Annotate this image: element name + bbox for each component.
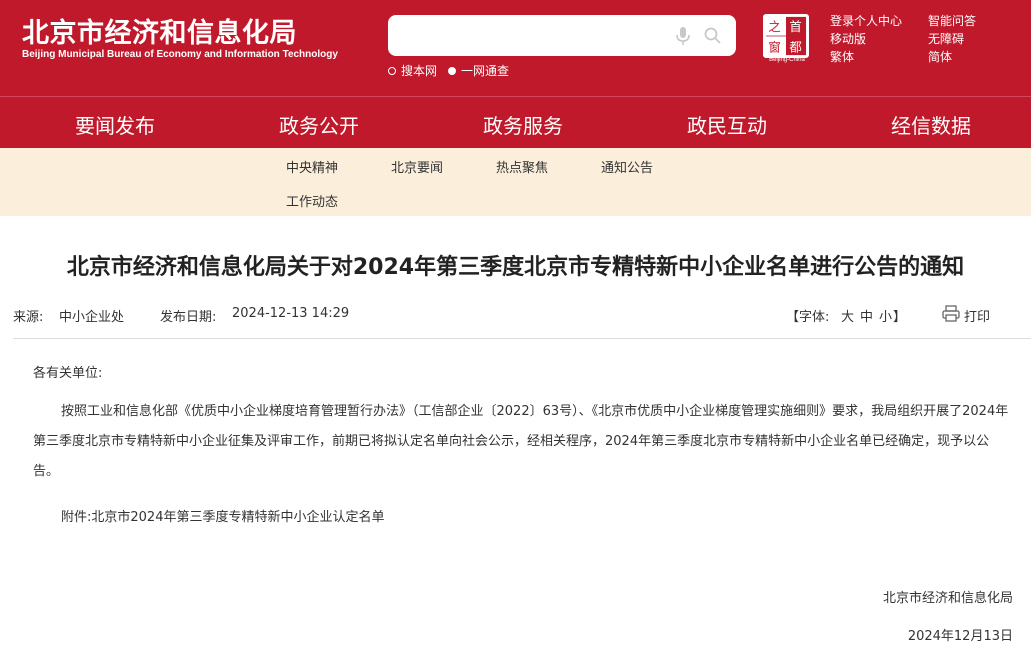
- attachment-label: 附件:: [61, 510, 92, 525]
- smart-qa-link[interactable]: 智能问答: [928, 12, 976, 29]
- salutation: 各有关单位:: [33, 366, 103, 381]
- publish-date-value: 2024-12-13 14:29: [232, 306, 350, 321]
- nav-data[interactable]: 经信数据: [891, 110, 971, 139]
- main-nav: 要闻发布 政务公开 政务服务 政民互动 经信数据: [0, 96, 1031, 151]
- nav-news[interactable]: 要闻发布: [75, 110, 155, 151]
- accessibility-link[interactable]: 无障碍: [928, 30, 964, 47]
- font-size-large-button[interactable]: 大: [841, 306, 854, 325]
- radio-selected-icon: [448, 66, 456, 75]
- seal-char-3: 窗: [768, 39, 780, 54]
- mobile-version-link[interactable]: 移动版: [830, 30, 866, 47]
- font-size-bracket-open: 【字体:: [786, 310, 830, 325]
- nav-gov-services[interactable]: 政务服务: [483, 110, 563, 139]
- microphone-icon[interactable]: [672, 25, 694, 47]
- seal-caption: Beijing-China: [769, 57, 805, 63]
- font-size-bracket-close: 】: [893, 310, 907, 325]
- search-icon[interactable]: [702, 25, 724, 47]
- printer-icon[interactable]: [942, 305, 960, 322]
- subnav-work-updates[interactable]: 工作动态: [286, 191, 338, 210]
- signature: 北京市经济和信息化局: [882, 591, 1013, 606]
- scope-all-label: 一网通查: [461, 64, 510, 78]
- seal-char-1: 之: [768, 19, 780, 34]
- subnav-hot-topics[interactable]: 热点聚焦: [496, 157, 548, 176]
- nav-gov-affairs[interactable]: 政务公开: [279, 110, 359, 139]
- meta-divider: [13, 338, 1031, 339]
- subnav-notices[interactable]: 通知公告: [601, 157, 653, 176]
- scope-site[interactable]: 搜本网: [388, 62, 437, 79]
- publish-date-label: 发布日期:: [160, 310, 217, 325]
- site-header: 北京市经济和信息化局 Beijing Municipal Bureau of E…: [0, 0, 1031, 96]
- seal-char-4: 都: [789, 39, 801, 54]
- source-label: 来源:: [13, 310, 44, 325]
- seal-char-2: 首: [789, 19, 801, 34]
- print-button[interactable]: 打印: [964, 306, 990, 325]
- scope-site-label: 搜本网: [401, 64, 438, 78]
- subnav-central-spirit[interactable]: 中央精神: [286, 157, 338, 176]
- simplified-chinese-link[interactable]: 简体: [928, 48, 952, 65]
- radio-unselected-icon: [388, 66, 396, 75]
- source-value: 中小企业处: [59, 310, 125, 325]
- signature-date: 2024年12月13日: [907, 629, 1013, 644]
- nav-interaction[interactable]: 政民互动: [687, 110, 767, 139]
- search-input[interactable]: [400, 23, 650, 47]
- sub-nav: 中央精神 北京要闻 热点聚焦 通知公告 工作动态: [0, 148, 1031, 216]
- site-logo-subtitle: Beijing Municipal Bureau of Economy and …: [22, 49, 338, 60]
- article-title: 北京市经济和信息化局关于对2024年第三季度北京市专精特新中小企业名单进行公告的…: [66, 255, 965, 280]
- font-size-small-button[interactable]: 小: [879, 306, 892, 325]
- attachment-link[interactable]: 北京市2024年第三季度专精特新中小企业认定名单: [91, 510, 384, 525]
- traditional-chinese-link[interactable]: 繁体: [830, 48, 854, 65]
- subnav-beijing-news[interactable]: 北京要闻: [391, 157, 443, 176]
- font-size-medium-button[interactable]: 中: [860, 306, 873, 325]
- scope-all[interactable]: 一网通查: [448, 62, 509, 79]
- article-body: 按照工业和信息化部《优质中小企业梯度培育管理暂行办法》（工信部企业〔2022〕6…: [33, 404, 1009, 479]
- attachment-line: 附件:北京市2024年第三季度专精特新中小企业认定名单: [33, 503, 1015, 533]
- login-link[interactable]: 登录个人中心: [830, 12, 902, 29]
- capital-window-seal-icon[interactable]: 之 首 窗 都: [763, 14, 809, 58]
- site-logo-title[interactable]: 北京市经济和信息化局: [22, 11, 297, 50]
